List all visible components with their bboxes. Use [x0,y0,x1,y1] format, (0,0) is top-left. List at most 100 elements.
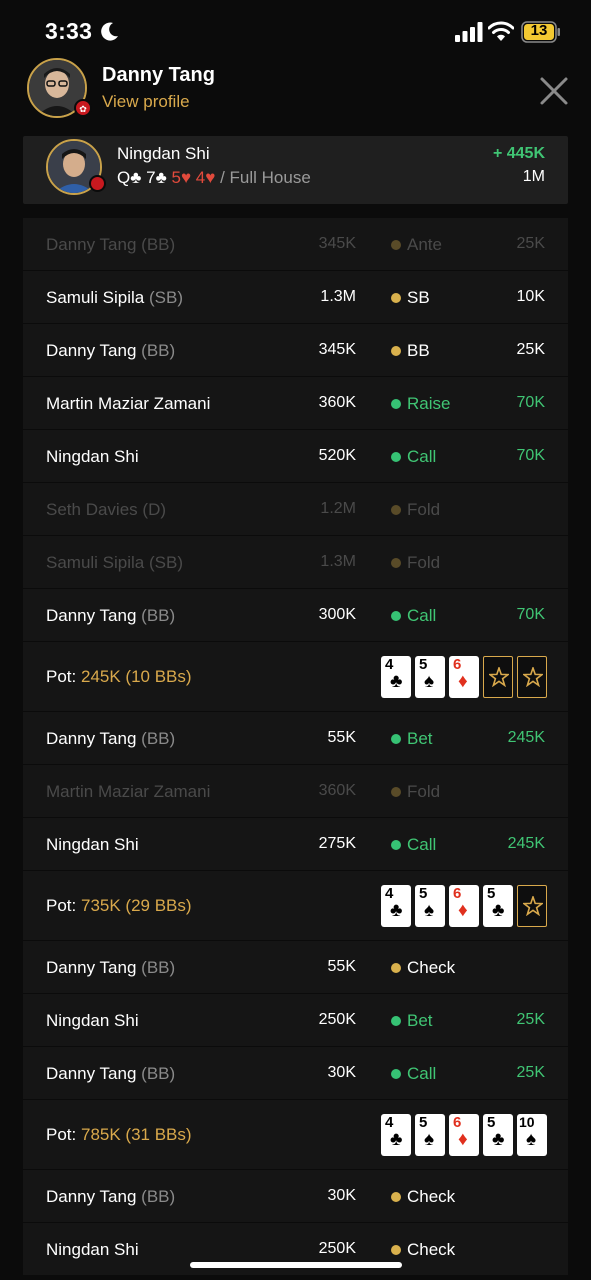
playing-card: 5 ♠ [415,656,445,698]
action-row: Ningdan Shi 520K Call 70K [23,430,568,483]
player-cell: Ningdan Shi [46,1240,139,1260]
card-suit: ♠ [424,671,435,692]
stack-size: 250K [318,1011,356,1028]
moon-icon [101,22,118,41]
action-label: Ante [407,235,442,254]
playing-card: 10 ♠ [517,1114,547,1156]
playing-card: 6 ♦ [449,1114,479,1156]
position-label: (D) [142,500,167,519]
stack-size: 360K [318,782,356,799]
action-label: Check [407,1240,456,1259]
card-suit: ♥ [205,168,216,187]
action-amount: 245K [507,835,545,852]
action-row: Danny Tang (BB) 300K Call 70K [23,589,568,642]
player-cell: Danny Tang (BB) [46,1064,175,1084]
view-profile-link[interactable]: View profile [102,92,190,112]
player-cell: Martin Maziar Zamani [46,782,210,802]
card-rank: 4 [385,656,394,673]
card-suit: ♦ [458,1129,468,1150]
action-dot [391,558,401,568]
action-dot [391,963,401,973]
card-rank: 7 [146,168,156,187]
card-suit: ♠ [526,1129,537,1150]
player-name: Ningdan Shi [46,447,139,466]
hole-card: 5♥ [171,168,191,187]
player-name: Danny Tang [46,958,137,977]
action-dot [391,240,401,250]
action-amount: 70K [516,447,545,464]
action-row: Martin Maziar Zamani 360K Raise 70K [23,377,568,430]
stack-size: 345K [318,341,356,358]
player-name: Ningdan Shi [46,1011,139,1030]
board-cards: 4 ♣ 5 ♠ 6 ♦ [381,656,547,698]
card-rank: 5 [419,1114,428,1131]
card-rank: 6 [453,1114,462,1131]
action-row: Martin Maziar Zamani 360K Fold [23,765,568,818]
action-label: Bet [407,1011,433,1030]
card-rank: 4 [385,885,394,902]
player-cell: Danny Tang (BB) [46,606,175,626]
action-dot [391,734,401,744]
card-rank: 5 [171,168,181,187]
card-placeholder [517,885,547,927]
playing-card: 5 ♣ [483,885,513,927]
action-dot [391,293,401,303]
card-rank: 5 [487,1114,496,1131]
playing-card: 5 ♠ [415,885,445,927]
stack-size: 520K [318,447,356,464]
pot-row: Pot: 735K (29 BBs) 4 ♣ 5 ♠ 6 ♦ 5 ♣ [23,871,568,941]
player-name: Martin Maziar Zamani [46,394,211,413]
card-suit: ♣ [130,168,142,187]
action-row: Ningdan Shi 250K Bet 25K [23,994,568,1047]
player-name: Martin Maziar Zamani [46,782,211,801]
action-dot [391,1016,401,1026]
action-row: Danny Tang (BB) 345K BB 25K [23,324,568,377]
card-rank: 6 [453,885,462,902]
wifi-icon [488,21,514,41]
stack-size: 1.3M [320,553,356,570]
close-icon[interactable] [539,76,569,106]
action-label: Call [407,447,437,466]
action-dot [391,1245,401,1255]
card-suit: ♣ [390,1129,403,1150]
action-label: Call [407,606,437,625]
action-label: Fold [407,782,441,801]
svg-text:✿: ✿ [79,104,87,114]
pot-value: 785K (31 BBs) [80,1125,192,1144]
player-name: Danny Tang [102,64,215,86]
star-icon [523,667,543,687]
card-suit: ♣ [492,1129,505,1150]
card-suit: ♥ [180,168,192,187]
playing-card: 6 ♦ [449,656,479,698]
player-cell: Danny Tang (BB) [46,235,175,255]
player-cell: Ningdan Shi [46,1011,139,1031]
action-row: Samuli Sipila (SB) 1.3M SB 10K [23,271,568,324]
position-label: (BB) [141,341,176,360]
home-indicator[interactable] [190,1262,402,1268]
action-label: Check [407,1187,456,1206]
position-label: (BB) [141,1064,176,1083]
action-dot [391,452,401,462]
action-list[interactable]: Danny Tang (BB) 345K Ante 25K Samuli Sipila … [23,218,568,1276]
pot-value: 245K (10 BBs) [80,667,192,686]
winner-stack: 1M [522,168,545,185]
action-dot [391,1192,401,1202]
action-amount: 25K [516,235,545,252]
player-name: Danny Tang [46,1064,137,1083]
player-cell: Martin Maziar Zamani [46,394,210,414]
player-name: Danny Tang [46,341,137,360]
action-dot [391,346,401,356]
card-suit: ♣ [155,168,167,187]
player-name: Ningdan Shi [46,835,139,854]
pot-label: Pot: 245K (10 BBs) [46,667,192,687]
player-name: Seth Davies [46,500,138,519]
pot-label-text: Pot: [46,896,77,915]
action-amount: 25K [516,1064,545,1081]
action-dot [391,840,401,850]
action-dot [391,1069,401,1079]
playing-card: 6 ♦ [449,885,479,927]
player-name: Danny Tang [46,606,137,625]
action-dot [391,787,401,797]
player-cell: Danny Tang (BB) [46,341,175,361]
action-amount: 25K [516,341,545,358]
